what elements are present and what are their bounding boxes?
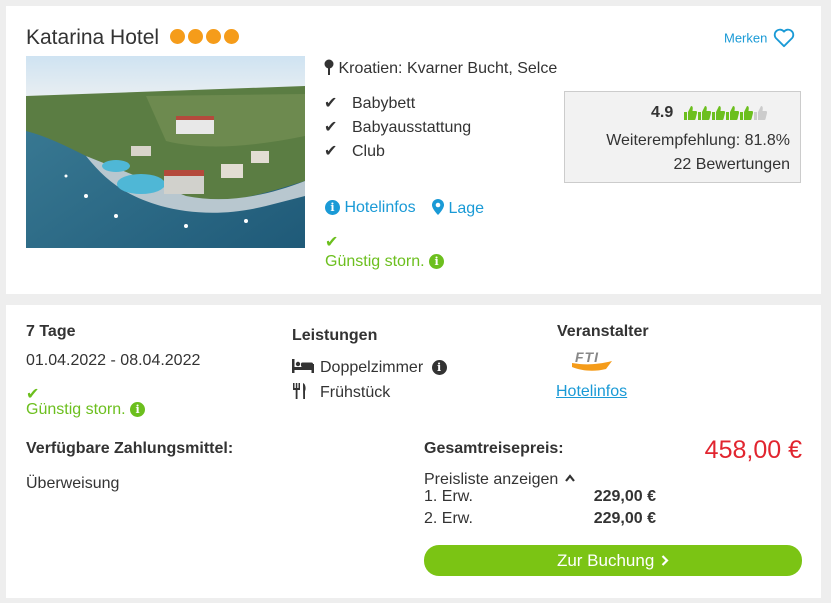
cutlery-icon: [293, 383, 306, 399]
feature-item: ✔ Babyausstattung: [324, 117, 471, 137]
hotel-image[interactable]: [26, 56, 305, 248]
info-icon[interactable]: i: [429, 254, 445, 270]
thumb-up-icon: [739, 105, 753, 120]
room-label: Doppelzimmer: [320, 359, 424, 376]
info-icon[interactable]: i: [431, 360, 447, 376]
operator-hotelinfos-link[interactable]: Hotelinfos: [556, 383, 627, 401]
hotelinfos-label: Hotelinfos: [344, 199, 416, 216]
check-icon: ✔: [324, 95, 338, 112]
rating-thumbs: [683, 104, 768, 121]
price-row-label: 2. Erw.: [424, 510, 473, 527]
feature-label: Babybett: [352, 95, 416, 112]
merken-label: Merken: [724, 30, 768, 46]
price-row-value: 229,00 €: [593, 510, 656, 527]
room-item: Doppelzimmer i: [292, 359, 447, 377]
hotelinfos-link[interactable]: i Hotelinfos: [325, 199, 416, 217]
chevron-up-icon: [564, 474, 575, 482]
thumb-up-icon: [697, 105, 711, 120]
info-icon: i: [325, 200, 340, 216]
map-pin-icon: [324, 59, 334, 75]
info-icon[interactable]: i: [130, 402, 146, 418]
price-row: 1. Erw. 229,00 €: [424, 488, 656, 506]
rating-recommendation: Weiterempfehlung: 81.8%: [606, 132, 790, 149]
bed-icon: [292, 359, 314, 373]
hotel-location: Kroatien: Kvarner Bucht, Selce: [324, 59, 557, 78]
star-icon: [206, 29, 221, 44]
hotel-stars: [170, 29, 242, 49]
thumb-up-icon: [683, 105, 697, 120]
feature-label: Club: [352, 143, 385, 160]
rating-score: 4.9: [651, 104, 674, 121]
price-row: 2. Erw. 229,00 €: [424, 510, 656, 528]
cancel-label: Günstig storn.: [325, 253, 425, 270]
operator-title: Veranstalter: [557, 323, 649, 340]
feature-item: ✔ Club: [324, 141, 385, 161]
pricelist-toggle[interactable]: Preisliste anzeigen: [424, 471, 575, 489]
star-icon: [188, 29, 203, 44]
offer-dates: 01.04.2022 - 08.04.2022: [26, 352, 201, 369]
check-icon: ✔: [324, 119, 338, 136]
price-row-value: 229,00 €: [593, 488, 656, 505]
payment-title: Verfügbare Zahlungsmittel:: [26, 440, 234, 457]
map-marker-icon: [432, 199, 444, 215]
book-button-label: Zur Buchung: [556, 551, 655, 570]
rating-box: 4.9 Weiterempfehlung: 81.8% 22 Bewertung…: [564, 91, 801, 183]
offer-duration: 7 Tage: [26, 323, 76, 340]
price-row-label: 1. Erw.: [424, 488, 473, 505]
star-icon: [224, 29, 239, 44]
star-icon: [170, 29, 185, 44]
thumb-up-icon: [753, 105, 767, 120]
total-label: Gesamtreisepreis:: [424, 440, 564, 457]
book-button[interactable]: Zur Buchung: [424, 545, 802, 576]
hotel-card: Katarina Hotel Merken Kroatien: Kvarner …: [6, 6, 821, 294]
cancel-info: Günstig storn. i: [325, 253, 445, 271]
offer-cancel-info: Günstig storn. i: [26, 401, 146, 419]
location-text: Kroatien: Kvarner Bucht, Selce: [338, 60, 558, 77]
cancel-check-icon: ✔: [325, 234, 339, 251]
total-price: 458,00 €: [704, 436, 802, 464]
heart-icon: [773, 28, 795, 48]
fti-logo: FTI: [572, 349, 617, 373]
thumb-up-icon: [711, 105, 725, 120]
hotel-name[interactable]: Katarina Hotel: [26, 26, 159, 50]
merken-button[interactable]: Merken: [724, 28, 795, 48]
offer-card: 7 Tage 01.04.2022 - 08.04.2022 ✔ Günstig…: [6, 305, 821, 598]
pricelist-toggle-label: Preisliste anzeigen: [424, 471, 559, 488]
feature-item: ✔ Babybett: [324, 93, 415, 113]
feature-label: Babyausstattung: [352, 119, 472, 136]
lage-link[interactable]: Lage: [432, 199, 484, 218]
check-icon: ✔: [324, 143, 338, 160]
board-label: Frühstück: [320, 384, 391, 401]
lage-label: Lage: [448, 200, 485, 217]
services-title: Leistungen: [292, 327, 378, 344]
payment-method: Überweisung: [26, 475, 120, 492]
rating-reviews[interactable]: 22 Bewertungen: [673, 156, 790, 174]
thumb-up-icon: [725, 105, 739, 120]
board-item: Frühstück: [292, 383, 390, 402]
cancel-label: Günstig storn.: [26, 401, 126, 418]
chevron-right-icon: [661, 555, 669, 566]
